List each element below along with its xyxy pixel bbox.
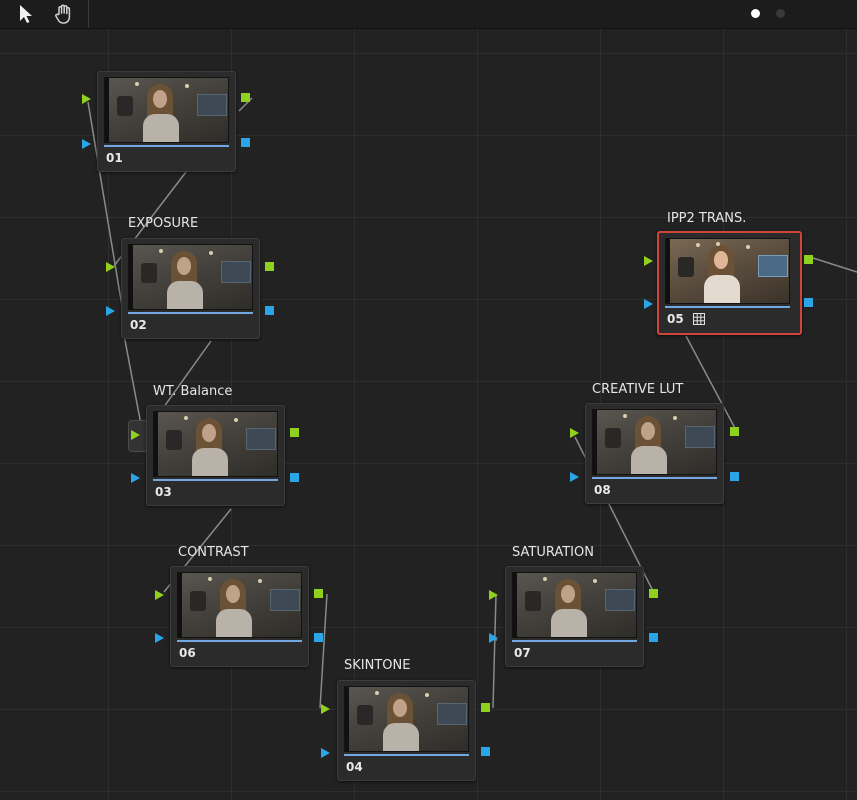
node-04-rgb-output[interactable] — [481, 703, 490, 712]
node-03-rgb-input[interactable] — [131, 430, 140, 440]
node-02-key-input[interactable] — [106, 306, 115, 316]
node-05-label: IPP2 TRANS. — [667, 211, 747, 226]
node-thumbnail — [344, 686, 469, 752]
node-08-label: CREATIVE LUT — [592, 382, 684, 397]
lut-grid-icon — [693, 313, 705, 325]
node-thumbnail — [512, 572, 637, 638]
node-04-key-input[interactable] — [321, 748, 330, 758]
node-thumbnail — [592, 409, 717, 475]
node-progress-bar — [177, 640, 302, 642]
node-03-rgb-output[interactable] — [290, 428, 299, 437]
node-number: 05 — [667, 312, 684, 326]
node-01-rgb-input[interactable] — [82, 94, 91, 104]
node-02-rgb-input[interactable] — [106, 262, 115, 272]
node-05-key-input[interactable] — [644, 299, 653, 309]
node-04-key-output[interactable] — [481, 747, 490, 756]
node-05[interactable]: 05 — [657, 231, 802, 335]
node-thumbnail — [177, 572, 302, 638]
node-number: 01 — [106, 151, 123, 165]
node-06-key-input[interactable] — [155, 633, 164, 643]
node-02-key-output[interactable] — [265, 306, 274, 315]
node-progress-bar — [153, 479, 278, 481]
connection-06-to-04 — [319, 593, 328, 709]
node-number: 04 — [346, 760, 363, 774]
node-04-rgb-input[interactable] — [321, 704, 330, 714]
node-02-label: EXPOSURE — [128, 216, 199, 231]
node-03[interactable]: 03 — [146, 405, 285, 506]
node-03-key-input[interactable] — [131, 473, 140, 483]
node-number: 02 — [130, 318, 147, 332]
node-06-label: CONTRAST — [178, 545, 249, 560]
node-08-key-input[interactable] — [570, 472, 579, 482]
node-04[interactable]: 04 — [337, 680, 476, 781]
node-01-key-output[interactable] — [241, 138, 250, 147]
node-number: 07 — [514, 646, 531, 660]
node-07-label: SATURATION — [512, 545, 594, 560]
node-08[interactable]: 08 — [585, 403, 724, 504]
node-progress-bar — [592, 477, 717, 479]
node-05-rgb-input[interactable] — [644, 256, 653, 266]
node-08-key-output[interactable] — [730, 472, 739, 481]
node-06-rgb-output[interactable] — [314, 589, 323, 598]
node-progress-bar — [344, 754, 469, 756]
node-01-rgb-output[interactable] — [241, 93, 250, 102]
node-thumbnail — [153, 411, 278, 477]
node-08-rgb-output[interactable] — [730, 427, 739, 436]
connection-05-out — [812, 257, 857, 273]
node-thumbnail — [128, 244, 253, 310]
node-04-label: SKINTONE — [344, 658, 411, 673]
node-02-rgb-output[interactable] — [265, 262, 274, 271]
node-06[interactable]: 06 — [170, 566, 309, 667]
node-progress-bar — [665, 306, 790, 308]
node-05-rgb-output[interactable] — [804, 255, 813, 264]
node-number: 06 — [179, 646, 196, 660]
node-07-rgb-input[interactable] — [489, 590, 498, 600]
node-01[interactable]: 01 — [97, 71, 236, 172]
node-number: 08 — [594, 483, 611, 497]
node-progress-bar — [512, 640, 637, 642]
node-02[interactable]: 02 — [121, 238, 260, 339]
node-07-rgb-output[interactable] — [649, 589, 658, 598]
node-06-rgb-input[interactable] — [155, 590, 164, 600]
node-03-key-output[interactable] — [290, 473, 299, 482]
node-thumbnail — [665, 238, 790, 304]
node-progress-bar — [104, 145, 229, 147]
node-03-label: WT. Balance — [153, 384, 233, 399]
node-number: 03 — [155, 485, 172, 499]
node-08-rgb-input[interactable] — [570, 428, 579, 438]
connection-04-to-07 — [492, 594, 497, 709]
node-07-key-output[interactable] — [649, 633, 658, 642]
node-06-key-output[interactable] — [314, 633, 323, 642]
node-07[interactable]: 07 — [505, 566, 644, 667]
node-07-key-input[interactable] — [489, 633, 498, 643]
node-thumbnail — [104, 77, 229, 143]
node-01-key-input[interactable] — [82, 139, 91, 149]
connection-source-to-03 — [123, 334, 143, 431]
node-progress-bar — [128, 312, 253, 314]
node-05-key-output[interactable] — [804, 298, 813, 307]
